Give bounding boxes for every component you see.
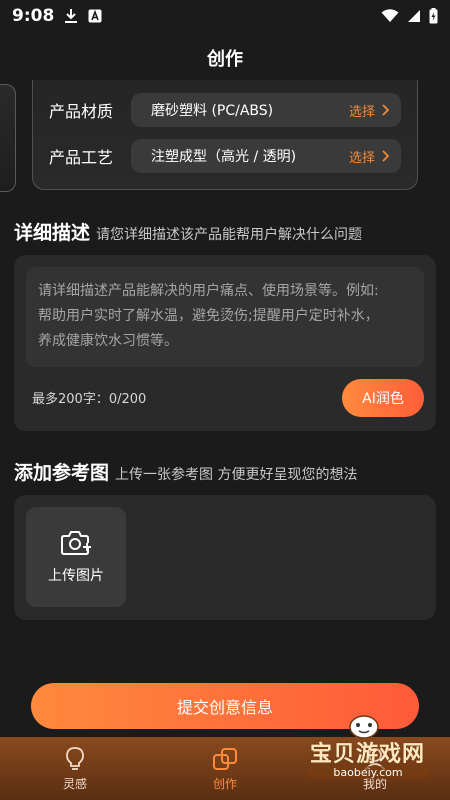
spec-label: 产品材质 <box>49 102 114 121</box>
description-header: 详细描述 请您详细描述该产品能帮用户解决什么问题 <box>14 218 362 245</box>
nav-label: 创作 <box>212 776 237 791</box>
chevron-right-icon <box>382 150 389 162</box>
page-title: 创作 <box>207 49 243 70</box>
spec-card: 产品材质 磨砂塑料 (PC/ABS) 选择 产品工艺 注塑成型（高光 / 透明)… <box>32 80 418 190</box>
nav-item-inspiration[interactable]: 灵感 <box>0 737 150 800</box>
section-title: 添加参考图 <box>14 462 110 484</box>
nav-label: 灵感 <box>62 776 87 791</box>
status-bar: 9:08 <box>0 0 450 32</box>
bulb-icon <box>66 746 84 770</box>
status-system-icons <box>381 8 438 24</box>
placeholder-line: 帮助用户实时了解水温，避免烫伤;提醒用户定时补水， <box>38 308 379 324</box>
camera-add-icon <box>61 531 91 555</box>
nav-item-create[interactable]: 创作 <box>150 737 300 800</box>
description-card: 请详细描述产品能解决的用户痛点、使用场景等。例如: 帮助用户实时了解水温，避免烫… <box>14 255 436 431</box>
section-subtitle: 请您详细描述该产品能帮用户解决什么问题 <box>96 227 363 243</box>
section-subtitle: 上传一张参考图 方便更好呈现您的想法 <box>115 467 358 483</box>
title-bar: 创作 <box>0 40 450 76</box>
create-icon <box>213 747 237 770</box>
choose-label: 选择 <box>348 104 375 120</box>
choose-link[interactable]: 选择 <box>349 101 389 120</box>
choose-label: 选择 <box>348 150 375 166</box>
watermark-url: baobeiy.com <box>306 766 430 779</box>
download-icon <box>65 9 78 23</box>
watermark: 宝贝游戏网 baobeiy.com <box>306 712 430 792</box>
description-textarea[interactable]: 请详细描述产品能解决的用户痛点、使用场景等。例如: 帮助用户实时了解水温，避免烫… <box>26 267 424 367</box>
app-notification-icon <box>88 9 102 23</box>
watermark-text: 宝贝游戏网 <box>310 742 426 767</box>
placeholder-line: 请详细描述产品能解决的用户痛点、使用场景等。例如: <box>38 283 379 299</box>
status-notifications <box>64 8 102 24</box>
placeholder-line: 养成健康饮水习惯等。 <box>38 333 178 349</box>
spec-row-material: 产品材质 磨砂塑料 (PC/ABS) 选择 <box>33 92 417 128</box>
wifi-icon <box>381 9 399 22</box>
process-selector[interactable]: 注塑成型（高光 / 透明) 选择 <box>131 139 401 173</box>
status-time: 9:08 <box>12 6 55 26</box>
reference-header: 添加参考图 上传一张参考图 方便更好呈现您的想法 <box>14 458 357 485</box>
spec-label: 产品工艺 <box>49 148 114 167</box>
ai-polish-button[interactable]: AI润色 <box>342 379 424 417</box>
battery-icon <box>429 8 438 24</box>
spec-value: 注塑成型（高光 / 透明) <box>151 149 297 165</box>
upload-label: 上传图片 <box>48 568 104 584</box>
spec-row-process: 产品工艺 注塑成型（高光 / 透明) 选择 <box>33 138 417 174</box>
section-title: 详细描述 <box>14 222 91 244</box>
char-counter: 最多200字：0/200 <box>32 392 147 407</box>
spec-value: 磨砂塑料 (PC/ABS) <box>151 103 274 119</box>
previous-card-edge[interactable] <box>0 84 16 192</box>
upload-image-button[interactable]: 上传图片 <box>26 507 126 607</box>
material-selector[interactable]: 磨砂塑料 (PC/ABS) 选择 <box>131 93 401 127</box>
reference-card: 上传图片 <box>14 495 436 620</box>
signal-icon <box>408 10 420 22</box>
chevron-right-icon <box>382 104 389 116</box>
choose-link[interactable]: 选择 <box>349 147 389 166</box>
